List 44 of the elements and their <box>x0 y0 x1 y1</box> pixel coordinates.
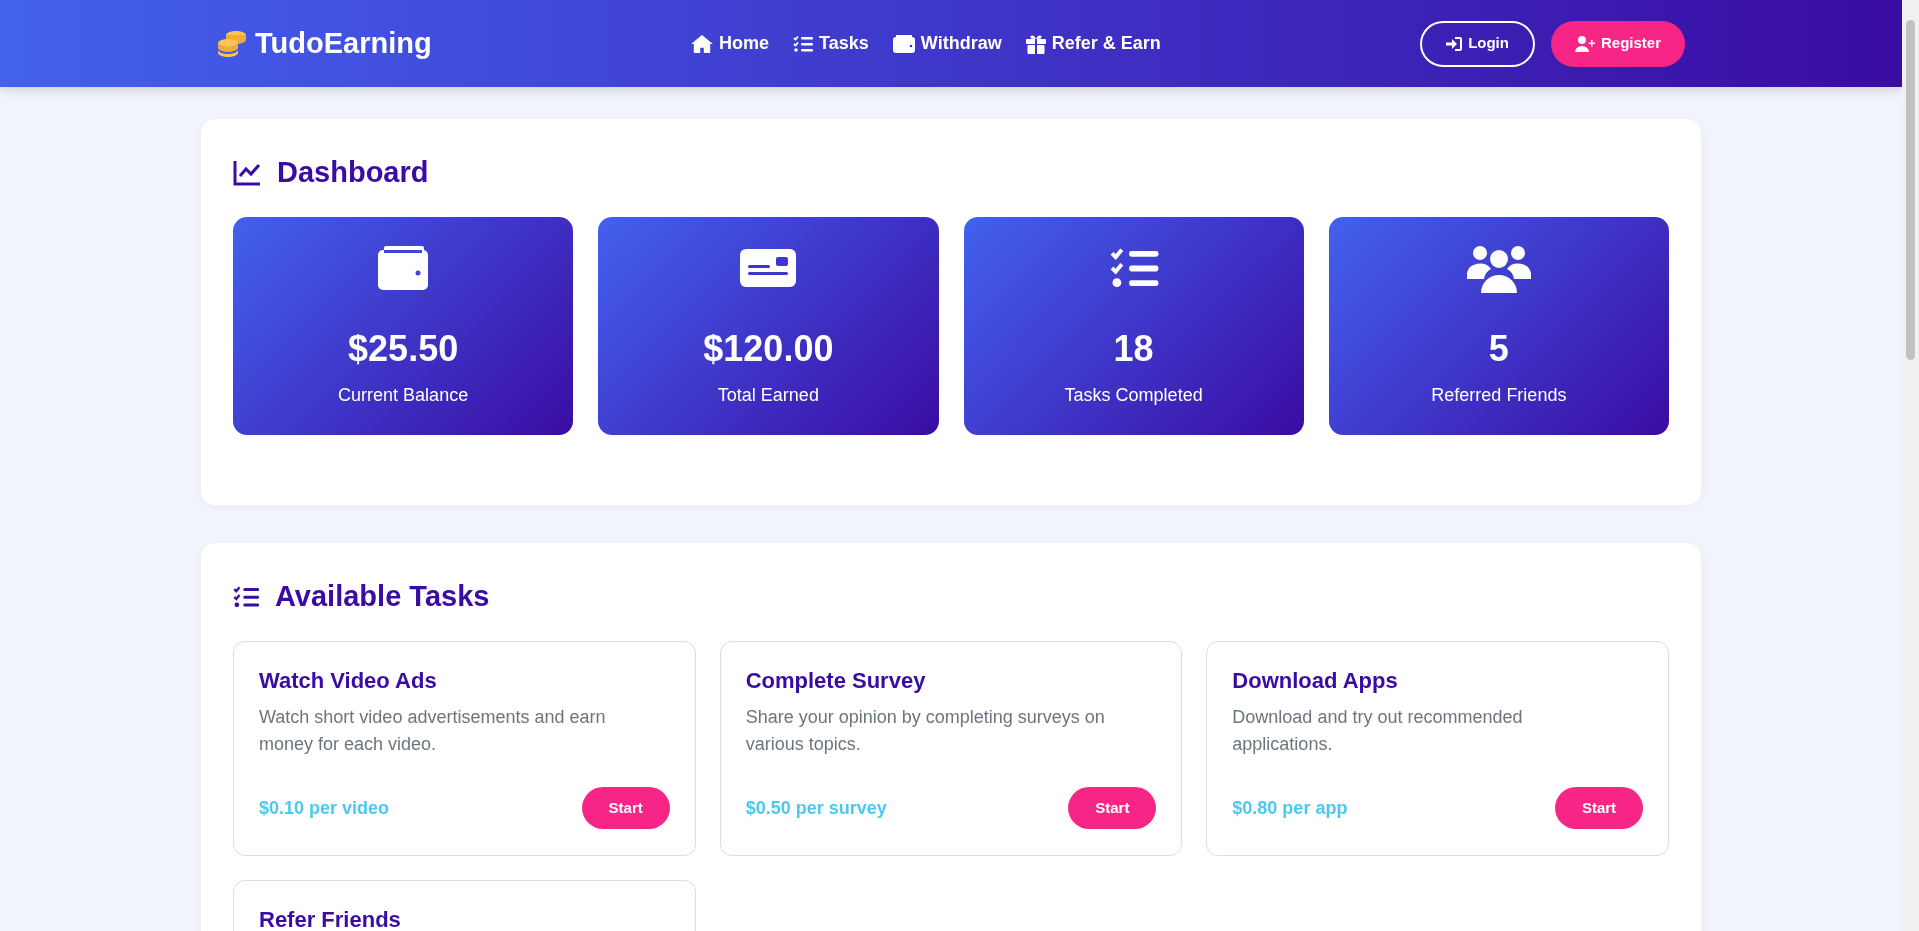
start-button[interactable]: Start <box>581 787 670 829</box>
gift-icon <box>1025 33 1046 54</box>
wallet-icon <box>892 34 915 53</box>
start-button[interactable]: Start <box>1068 787 1157 829</box>
chart-icon <box>233 159 261 186</box>
task-reward: $0.10 per video <box>259 796 390 820</box>
task-title: Complete Survey <box>745 668 927 695</box>
home-icon <box>691 33 714 54</box>
section-title: Dashboard <box>277 155 429 190</box>
task-description: Watch short video advertisements and earn money for each video. <box>259 706 607 757</box>
register-button[interactable]: Register <box>1550 20 1685 67</box>
stat-value: $25.50 <box>348 327 459 370</box>
task-title: Download Apps <box>1232 668 1399 695</box>
nav-link[interactable]: Withdraw <box>892 30 1002 57</box>
task-description: Share your opinion by completing surveys on various topics. <box>745 706 1106 757</box>
checklist-icon <box>233 584 259 609</box>
start-button[interactable]: Start <box>1555 787 1643 829</box>
users-icon <box>1466 243 1531 293</box>
checklist-icon <box>1108 246 1159 290</box>
stat-value: 18 <box>1113 327 1154 370</box>
stat-value: 5 <box>1488 327 1509 370</box>
coins-icon <box>217 29 247 58</box>
task-reward: $0.50 per survey <box>745 796 887 820</box>
task-reward: $0.80 per app <box>1232 796 1348 820</box>
stat-label: Referred Friends <box>1431 384 1567 407</box>
task-title: Watch Video Ads <box>259 668 438 695</box>
stat-label: Total Earned <box>717 384 819 407</box>
login-icon <box>1446 35 1463 52</box>
nav-link[interactable]: Tasks <box>793 30 869 57</box>
wallet-icon <box>378 246 429 290</box>
brand-name: TudoEarning <box>255 25 432 61</box>
section-title: Available Tasks <box>275 579 490 614</box>
task-title: Refer Friends <box>259 907 402 931</box>
scrollbar[interactable] <box>1902 0 1919 931</box>
checklist-icon <box>793 34 814 53</box>
nav-link[interactable]: Home <box>691 30 770 57</box>
user-plus-icon <box>1574 35 1595 52</box>
stat-label: Current Balance <box>338 384 469 407</box>
stat-label: Tasks Completed <box>1064 384 1203 407</box>
stat-value: $120.00 <box>703 327 834 370</box>
id-card-icon <box>740 249 797 287</box>
login-button[interactable]: Login <box>1420 20 1535 67</box>
nav-link[interactable]: Refer & Earn <box>1025 30 1161 57</box>
task-description: Download and try out recommended applications. <box>1232 706 1524 757</box>
